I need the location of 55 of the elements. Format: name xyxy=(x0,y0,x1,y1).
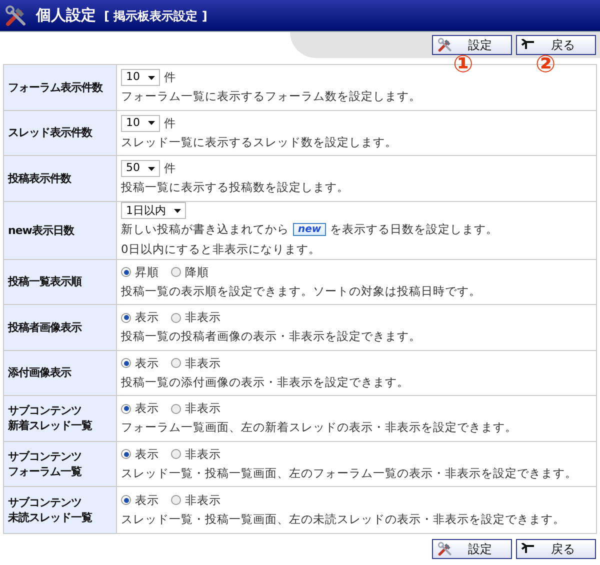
description-text: フォーラム一覧に表示するフォーラム数を設定します。 xyxy=(121,88,422,106)
tools-icon xyxy=(437,540,453,556)
caret-icon xyxy=(148,76,155,80)
back-arrow-icon xyxy=(521,542,535,554)
radio-option[interactable]: 非表示 xyxy=(171,492,221,509)
page-subtitle: [ 掲示板表示設定 ] xyxy=(104,8,208,24)
radio-option[interactable]: 表示 xyxy=(121,354,159,372)
caret-icon xyxy=(174,208,181,213)
number-select[interactable]: 50 xyxy=(121,160,160,178)
number-select[interactable]: 10 xyxy=(121,69,160,86)
description-text: フォーラム一覧画面、左の新着スレッドの表示・非表示を設定できます。 xyxy=(121,419,518,436)
radio-option[interactable]: 非表示 xyxy=(171,309,221,326)
radio-option[interactable]: 表示 xyxy=(121,492,159,509)
radio-option[interactable]: 非表示 xyxy=(171,354,221,372)
back-arrow-icon xyxy=(521,39,535,51)
page-title: 個人設定 xyxy=(36,5,96,26)
back-button[interactable]: 戻る xyxy=(516,35,596,55)
tools-icon xyxy=(437,37,453,53)
description-text: 投稿一覧に表示する投稿数を設定します。 xyxy=(121,179,350,196)
number-select[interactable]: 10 xyxy=(121,114,160,132)
number-select[interactable]: 1日以内 xyxy=(121,202,186,220)
description-text: 投稿一覧の添付画像の表示・非表示を設定できます。 xyxy=(121,374,410,391)
note-text: 0日以内にすると非表示になります。 xyxy=(121,240,322,258)
setting-label: スレッド表示件数 xyxy=(4,110,117,155)
setting-label: サブコンテンツ 新着スレッド一覧 xyxy=(4,396,117,440)
setting-label: サブコンテンツ 未読スレッド一覧 xyxy=(4,487,117,532)
setting-label: 投稿一覧表示順 xyxy=(4,260,117,304)
setting-label: 添付画像表示 xyxy=(4,350,117,395)
setting-label: 投稿表示件数 xyxy=(4,156,117,200)
settings-button[interactable]: 設定 xyxy=(432,35,512,55)
description-text: スレッド一覧・投稿一覧画面、左の未読スレッドの表示・非表示を設定できます。 xyxy=(121,510,566,528)
caret-icon xyxy=(148,166,155,171)
radio-option[interactable]: 表示 xyxy=(121,309,159,326)
setting-label: 投稿者画像表示 xyxy=(4,305,117,350)
radio-option[interactable]: 非表示 xyxy=(171,446,221,463)
description-text: 投稿一覧の投稿者画像の表示・非表示を設定できます。 xyxy=(121,328,422,346)
back-button[interactable]: 戻る xyxy=(516,538,596,558)
description-text: スレッド一覧に表示するスレッド数を設定します。 xyxy=(121,134,398,151)
radio-option[interactable]: 表示 xyxy=(121,446,159,463)
setting-label: new表示日数 xyxy=(4,202,117,258)
radio-option[interactable]: 昇順 xyxy=(121,264,159,281)
unit-text: 件 xyxy=(164,114,176,132)
radio-option[interactable]: 表示 xyxy=(121,400,159,418)
description-text: 新しい投稿が書き込まれてから new を表示する日数を設定します。 xyxy=(121,221,500,238)
radio-option[interactable]: 降順 xyxy=(171,264,209,281)
unit-text: 件 xyxy=(164,69,176,86)
description-text: 投稿一覧の表示順を設定できます。ソートの対象は投稿日時です。 xyxy=(121,282,482,300)
setting-label: フォーラム表示件数 xyxy=(4,65,117,110)
settings-button[interactable]: 設定 xyxy=(432,538,512,558)
radio-option[interactable]: 非表示 xyxy=(171,400,221,418)
description-text: スレッド一覧・投稿一覧画面、左のフォーラム一覧の表示・非表示を設定できます。 xyxy=(121,464,578,482)
unit-text: 件 xyxy=(164,160,176,177)
tools-icon xyxy=(4,4,28,28)
setting-label: サブコンテンツ フォーラム一覧 xyxy=(4,442,117,486)
caret-icon xyxy=(148,121,155,126)
